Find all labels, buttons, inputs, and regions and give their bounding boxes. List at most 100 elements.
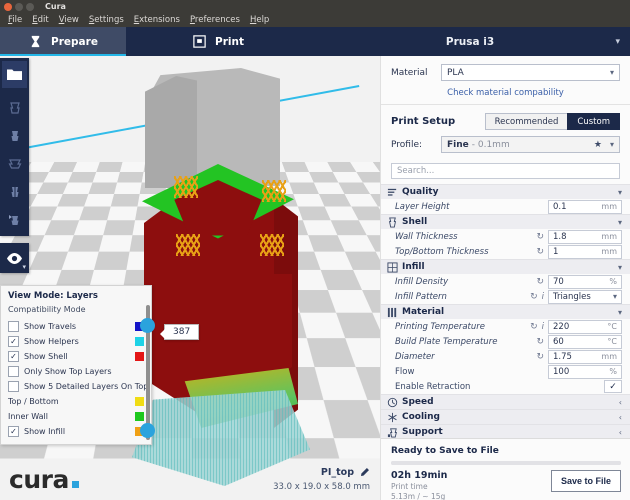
- setting-unit: %: [609, 277, 617, 286]
- checkbox-only-top-layers[interactable]: [8, 366, 19, 377]
- view-option-show-helpers[interactable]: ✓ Show Helpers: [8, 334, 144, 349]
- profile-dropdown[interactable]: Fine - 0.1mm ★ ▾: [441, 136, 620, 153]
- reset-icon[interactable]: ↻: [536, 232, 544, 242]
- category-support[interactable]: Support ‹: [381, 424, 630, 439]
- setting-value-input[interactable]: 0.1 mm: [548, 199, 622, 214]
- print-time-caption: Print time: [391, 482, 428, 491]
- layer-slider-handle-lower[interactable]: [140, 423, 155, 438]
- setting-label: Wall Thickness: [395, 231, 458, 242]
- reset-icon[interactable]: ↻: [530, 322, 538, 332]
- tool-move[interactable]: [2, 94, 27, 121]
- mode-custom-button[interactable]: Custom: [567, 113, 620, 130]
- view-option-show-infill[interactable]: ✓ Show Infill: [8, 424, 144, 439]
- save-progress-bar: [391, 461, 621, 465]
- print-setup-title: Print Setup: [391, 116, 456, 127]
- setting-value-input[interactable]: 1.8 mm: [548, 229, 622, 244]
- menu-item-edit[interactable]: Edit: [27, 15, 53, 25]
- save-to-file-button[interactable]: Save to File: [550, 470, 621, 492]
- left-toolbar: [0, 58, 29, 236]
- tab-print-label: Print: [215, 35, 244, 48]
- reset-icon[interactable]: ↻: [536, 337, 544, 347]
- tool-rotate[interactable]: [2, 150, 27, 177]
- view-option-only-top-layers[interactable]: Only Show Top Layers: [8, 364, 144, 379]
- checkbox-show-infill[interactable]: ✓: [8, 426, 19, 437]
- setting-unit: %: [609, 367, 617, 376]
- tool-open-file[interactable]: [2, 61, 27, 88]
- menu-item-help[interactable]: Help: [245, 15, 274, 25]
- category-speed[interactable]: Speed ‹: [381, 394, 630, 409]
- material-dropdown[interactable]: PLA ▾: [441, 64, 620, 81]
- support-icon: [387, 427, 397, 438]
- view-mode-title: View Mode: Layers: [8, 291, 98, 301]
- view-option-label: Top / Bottom: [8, 397, 59, 406]
- print-setup-header: Print Setup Recommended Custom: [391, 113, 620, 130]
- checkbox-show-travels[interactable]: [8, 321, 19, 332]
- window-titlebar: Cura: [0, 0, 630, 13]
- eye-icon: [7, 252, 22, 264]
- category-title: Cooling: [402, 412, 440, 422]
- tool-scale[interactable]: [2, 122, 27, 149]
- checkbox-detailed-layers[interactable]: [8, 381, 19, 392]
- print-icon: [193, 35, 206, 48]
- tab-print[interactable]: Print: [126, 27, 310, 56]
- window-close-icon[interactable]: [4, 2, 12, 11]
- tool-per-model-settings[interactable]: [2, 206, 27, 233]
- menu-item-view[interactable]: View: [54, 15, 84, 25]
- info-icon[interactable]: i: [542, 322, 544, 332]
- setting-label: Diameter: [395, 351, 435, 362]
- setting-value-select[interactable]: Triangles ▾: [548, 289, 622, 304]
- mode-recommended-button[interactable]: Recommended: [484, 113, 568, 130]
- tool-mirror[interactable]: [2, 178, 27, 205]
- setting-value-input[interactable]: 60 °C: [548, 334, 622, 349]
- print-time-info: 02h 19min Print time 5.13m / ~ 15g: [391, 470, 551, 500]
- setting-value-input[interactable]: 220 °C: [548, 319, 622, 334]
- menu-item-preferences[interactable]: Preferences: [185, 15, 245, 25]
- tab-prepare[interactable]: Prepare: [0, 27, 126, 56]
- setting-label: Flow: [395, 366, 415, 377]
- category-quality[interactable]: Quality ▾: [381, 184, 630, 199]
- cura-logo-dot: [71, 481, 79, 488]
- layer-slider-handle-upper[interactable]: [140, 318, 155, 333]
- setting-value-input[interactable]: 70 %: [548, 274, 622, 289]
- reset-icon[interactable]: ↻: [536, 277, 544, 287]
- setting-value-input[interactable]: 1 mm: [548, 244, 622, 259]
- reset-icon[interactable]: ↻: [536, 247, 544, 257]
- star-icon[interactable]: ★: [594, 140, 602, 150]
- category-material[interactable]: Material ▾: [381, 304, 630, 319]
- printer-selector[interactable]: Prusa i3 ▾: [310, 27, 630, 56]
- info-icon[interactable]: i: [542, 292, 544, 302]
- settings-search-input[interactable]: Search...: [391, 163, 620, 179]
- view-mode-button[interactable]: ▾: [0, 243, 29, 273]
- view-option-show-shell[interactable]: ✓ Show Shell: [8, 349, 144, 364]
- setting-enable-retraction: Enable Retraction ✓: [381, 379, 630, 394]
- menu-item-file[interactable]: File: [3, 15, 27, 25]
- checkbox-show-shell[interactable]: ✓: [8, 351, 19, 362]
- reset-icon[interactable]: ↻: [530, 292, 538, 302]
- setting-value-checkbox[interactable]: ✓: [604, 380, 622, 393]
- menu-item-extensions[interactable]: Extensions: [129, 15, 185, 25]
- window-maximize-icon[interactable]: [26, 2, 34, 11]
- checkbox-show-helpers[interactable]: ✓: [8, 336, 19, 347]
- setting-value-input[interactable]: 100 %: [548, 364, 622, 379]
- layer-slider[interactable]: [140, 305, 156, 440]
- view-option-show-travels[interactable]: Show Travels: [8, 319, 144, 334]
- menu-bar: File Edit View Settings Extensions Prefe…: [0, 13, 630, 27]
- edit-pencil-icon[interactable]: [359, 467, 370, 478]
- profile-detail: - 0.1mm: [471, 139, 510, 150]
- cura-logo-text: cura: [9, 465, 69, 494]
- category-cooling[interactable]: Cooling ‹: [381, 409, 630, 424]
- reset-icon[interactable]: ↻: [536, 352, 544, 362]
- layer-value-tooltip: 387: [159, 324, 200, 340]
- setting-value-input[interactable]: 1.75 mm: [548, 349, 622, 364]
- chevron-down-icon: ▾: [609, 140, 614, 149]
- category-title: Quality: [402, 187, 439, 197]
- view-option-label: Show Shell: [24, 352, 68, 361]
- category-shell[interactable]: Shell ▾: [381, 214, 630, 229]
- check-material-compatibility-link[interactable]: Check material compability: [391, 88, 620, 98]
- infill-icon: [387, 261, 398, 273]
- chevron-down-icon: ▾: [617, 262, 622, 272]
- view-option-detailed-layers[interactable]: Show 5 Detailed Layers On Top: [8, 379, 148, 394]
- category-infill[interactable]: Infill ▾: [381, 259, 630, 274]
- window-minimize-icon[interactable]: [15, 2, 23, 11]
- menu-item-settings[interactable]: Settings: [84, 15, 129, 25]
